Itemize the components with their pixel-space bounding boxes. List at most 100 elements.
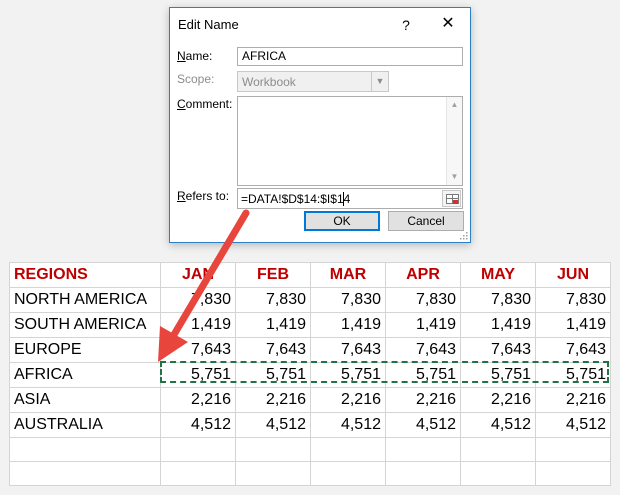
- header-apr[interactable]: APR: [385, 262, 461, 288]
- value-cell[interactable]: 2,216: [310, 387, 386, 413]
- region-cell[interactable]: SOUTH AMERICA: [9, 312, 161, 338]
- table-row: EUROPE 7,643 7,643 7,643 7,643 7,643 7,6…: [9, 337, 611, 363]
- value-cell[interactable]: 7,643: [460, 337, 536, 363]
- region-cell[interactable]: AUSTRALIA: [9, 412, 161, 438]
- value-cell[interactable]: 1,419: [235, 312, 311, 338]
- comment-textarea[interactable]: ▲ ▼: [237, 96, 463, 186]
- header-regions[interactable]: REGIONS: [9, 262, 161, 288]
- value-cell[interactable]: 5,751: [535, 362, 611, 388]
- value-cell[interactable]: 7,643: [160, 337, 236, 363]
- value-cell[interactable]: 2,216: [235, 387, 311, 413]
- value-cell[interactable]: 7,830: [535, 287, 611, 313]
- empty-cell[interactable]: [460, 437, 536, 462]
- value-cell[interactable]: 5,751: [385, 362, 461, 388]
- region-cell[interactable]: ASIA: [9, 387, 161, 413]
- value-cell[interactable]: 7,643: [235, 337, 311, 363]
- value-cell[interactable]: 5,751: [160, 362, 236, 388]
- scope-label: Scope:: [177, 72, 215, 86]
- help-icon[interactable]: ?: [396, 15, 416, 35]
- table-row: AFRICA 5,751 5,751 5,751 5,751 5,751 5,7…: [9, 362, 611, 388]
- dialog-titlebar[interactable]: Edit Name ? ✕: [170, 8, 470, 40]
- value-cell[interactable]: 1,419: [310, 312, 386, 338]
- edit-name-dialog: Edit Name ? ✕ Name: AFRICA Scope: Workbo…: [169, 7, 471, 243]
- table-row: ASIA 2,216 2,216 2,216 2,216 2,216 2,216: [9, 387, 611, 413]
- comment-scrollbar[interactable]: ▲ ▼: [446, 97, 462, 185]
- empty-cell[interactable]: [535, 461, 611, 486]
- value-cell[interactable]: 1,419: [535, 312, 611, 338]
- refers-to-input[interactable]: =DATA!$D$14:$I$14: [237, 188, 463, 209]
- collapse-dialog-marker: [453, 200, 458, 204]
- value-cell[interactable]: 1,419: [460, 312, 536, 338]
- cancel-button[interactable]: Cancel: [388, 211, 464, 231]
- value-cell[interactable]: 4,512: [160, 412, 236, 438]
- empty-cell[interactable]: [460, 461, 536, 486]
- name-label-accel: N: [177, 49, 186, 63]
- empty-row: [9, 461, 611, 486]
- close-icon[interactable]: ✕: [438, 14, 458, 34]
- region-cell[interactable]: EUROPE: [9, 337, 161, 363]
- refers-label-text: efers to:: [185, 189, 230, 203]
- name-label-text: ame:: [185, 49, 213, 63]
- empty-cell[interactable]: [385, 461, 461, 486]
- table-row: AUSTRALIA 4,512 4,512 4,512 4,512 4,512 …: [9, 412, 611, 438]
- scope-value: Workbook: [242, 75, 296, 89]
- comment-label-text: omment:: [185, 97, 233, 111]
- empty-cell[interactable]: [160, 461, 236, 486]
- value-cell[interactable]: 7,830: [385, 287, 461, 313]
- value-cell[interactable]: 4,512: [535, 412, 611, 438]
- refers-to-value: =DATA!$D$14:$I$14: [241, 192, 351, 206]
- value-cell[interactable]: 7,643: [535, 337, 611, 363]
- value-cell[interactable]: 4,512: [460, 412, 536, 438]
- value-cell[interactable]: 7,643: [385, 337, 461, 363]
- value-cell[interactable]: 4,512: [385, 412, 461, 438]
- empty-cell[interactable]: [9, 437, 161, 462]
- value-cell[interactable]: 2,216: [460, 387, 536, 413]
- name-label: Name:: [177, 49, 212, 63]
- value-cell[interactable]: 2,216: [535, 387, 611, 413]
- name-input[interactable]: AFRICA: [237, 47, 463, 66]
- value-cell[interactable]: 7,830: [310, 287, 386, 313]
- scope-select: Workbook ▼: [237, 71, 389, 92]
- collapse-dialog-icon[interactable]: [442, 190, 461, 207]
- value-cell[interactable]: 7,830: [160, 287, 236, 313]
- ok-button[interactable]: OK: [304, 211, 380, 231]
- value-cell[interactable]: 2,216: [160, 387, 236, 413]
- empty-cell[interactable]: [9, 461, 161, 486]
- value-cell[interactable]: 5,751: [310, 362, 386, 388]
- empty-cell[interactable]: [310, 437, 386, 462]
- value-cell[interactable]: 7,643: [310, 337, 386, 363]
- refers-label-accel: R: [177, 189, 186, 203]
- value-cell[interactable]: 5,751: [460, 362, 536, 388]
- value-cell[interactable]: 4,512: [235, 412, 311, 438]
- value-cell[interactable]: 2,216: [385, 387, 461, 413]
- refers-to-label: Refers to:: [177, 189, 229, 203]
- value-cell[interactable]: 7,830: [235, 287, 311, 313]
- empty-cell[interactable]: [310, 461, 386, 486]
- scroll-up-icon[interactable]: ▲: [447, 98, 462, 112]
- value-cell[interactable]: 1,419: [385, 312, 461, 338]
- dialog-title: Edit Name: [178, 17, 239, 32]
- value-cell[interactable]: 7,830: [460, 287, 536, 313]
- header-feb[interactable]: FEB: [235, 262, 311, 288]
- text-caret: [343, 192, 344, 206]
- comment-label: Comment:: [177, 97, 232, 111]
- worksheet-grid: REGIONS JAN FEB MAR APR MAY JUN NORTH AM…: [9, 262, 611, 486]
- empty-cell[interactable]: [235, 437, 311, 462]
- empty-cell[interactable]: [385, 437, 461, 462]
- scroll-down-icon[interactable]: ▼: [447, 170, 462, 184]
- table-row: NORTH AMERICA 7,830 7,830 7,830 7,830 7,…: [9, 287, 611, 313]
- region-cell[interactable]: AFRICA: [9, 362, 161, 388]
- value-cell[interactable]: 5,751: [235, 362, 311, 388]
- value-cell[interactable]: 1,419: [160, 312, 236, 338]
- comment-label-accel: C: [177, 97, 186, 111]
- value-cell[interactable]: 4,512: [310, 412, 386, 438]
- empty-cell[interactable]: [535, 437, 611, 462]
- empty-cell[interactable]: [160, 437, 236, 462]
- empty-cell[interactable]: [235, 461, 311, 486]
- region-cell[interactable]: NORTH AMERICA: [9, 287, 161, 313]
- header-jan[interactable]: JAN: [160, 262, 236, 288]
- header-jun[interactable]: JUN: [535, 262, 611, 288]
- header-may[interactable]: MAY: [460, 262, 536, 288]
- resize-grip-icon[interactable]: [459, 231, 468, 240]
- header-mar[interactable]: MAR: [310, 262, 386, 288]
